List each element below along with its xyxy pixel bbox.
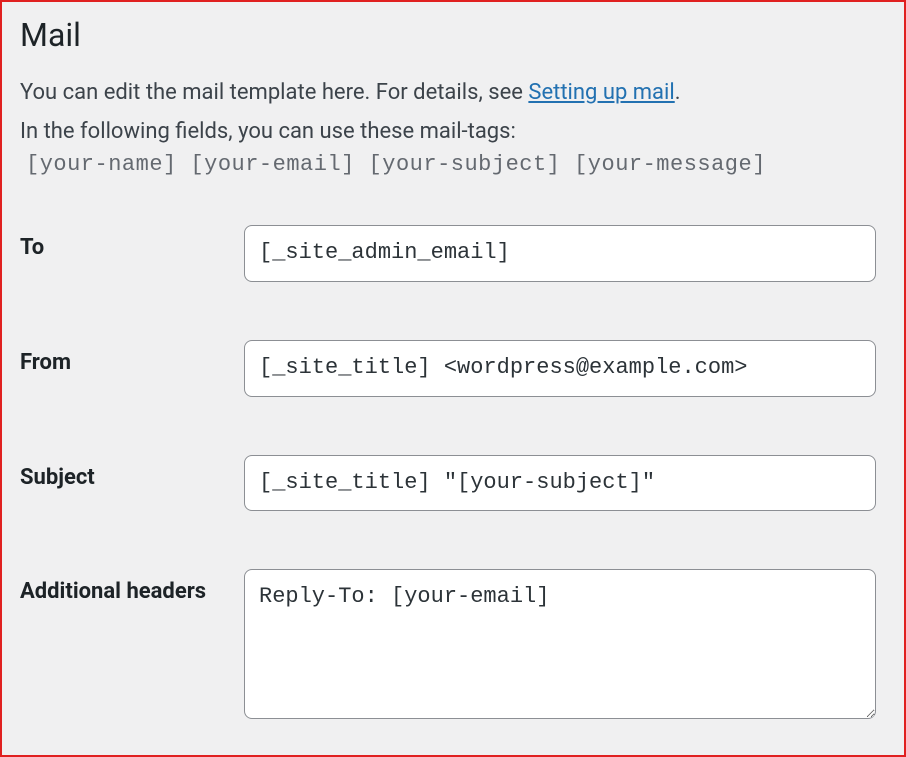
mail-tags: [your-name] [your-email] [your-subject] …: [26, 152, 886, 177]
label-subject: Subject: [20, 455, 244, 490]
desc-suffix: .: [675, 80, 681, 105]
from-input[interactable]: [244, 340, 876, 397]
section-title: Mail: [20, 16, 886, 54]
label-to: To: [20, 225, 244, 260]
label-additional-headers: Additional headers: [20, 569, 244, 604]
subject-input[interactable]: [244, 455, 876, 512]
row-to: To: [20, 225, 886, 282]
row-subject: Subject: [20, 455, 886, 512]
row-from: From: [20, 340, 886, 397]
description-line-2: In the following fields, you can use the…: [20, 115, 886, 148]
to-input[interactable]: [244, 225, 876, 282]
mail-settings-panel: Mail You can edit the mail template here…: [0, 0, 906, 757]
control-to: [244, 225, 886, 282]
row-additional-headers: Additional headers: [20, 569, 886, 723]
control-subject: [244, 455, 886, 512]
label-from: From: [20, 340, 244, 375]
desc-prefix: You can edit the mail template here. For…: [20, 80, 528, 105]
setting-up-mail-link[interactable]: Setting up mail: [528, 80, 674, 105]
description-line-1: You can edit the mail template here. For…: [20, 76, 886, 109]
control-additional-headers: [244, 569, 886, 723]
control-from: [244, 340, 886, 397]
additional-headers-textarea[interactable]: [244, 569, 876, 719]
